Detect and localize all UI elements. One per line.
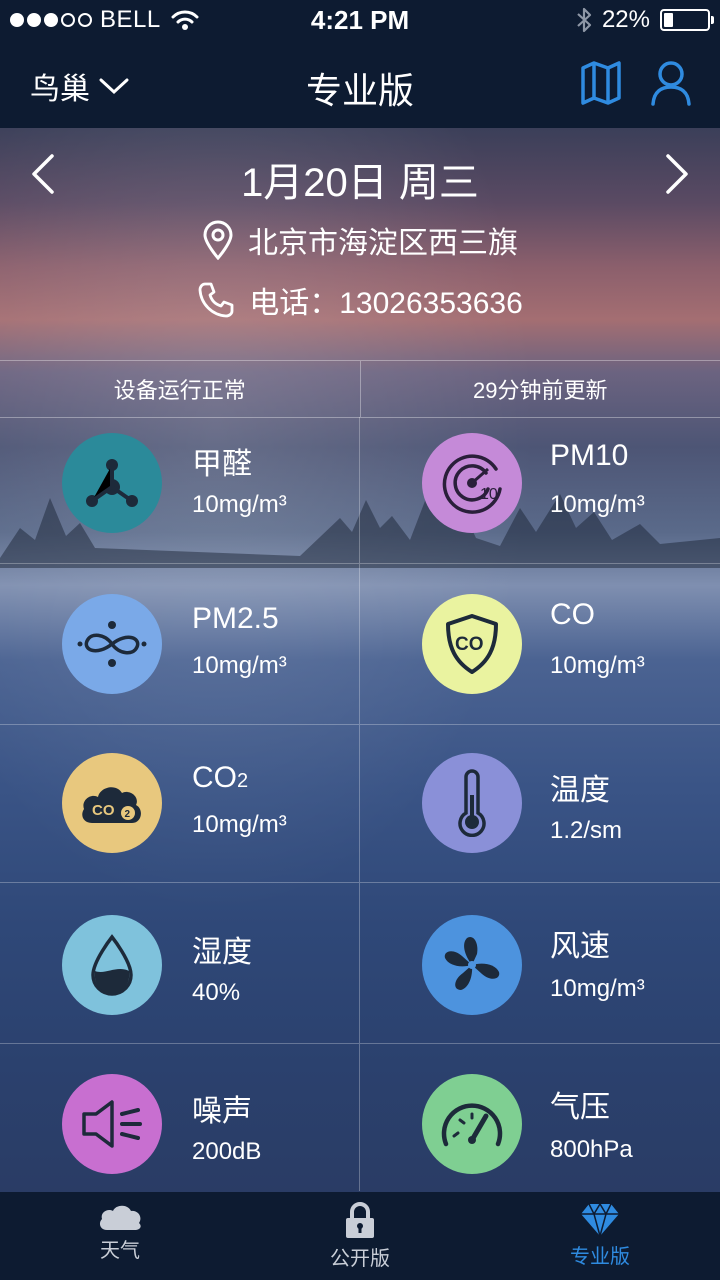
pm25-icon-badge — [62, 594, 162, 694]
co2-cloud-icon: CO 2 — [82, 787, 141, 823]
infinity-particles-icon — [77, 621, 147, 667]
co2-icon-badge: CO 2 — [62, 753, 162, 853]
metric-co2[interactable]: CO 2 CO2 10mg/m³ — [0, 725, 360, 882]
metric-name: 湿度 — [192, 936, 252, 969]
metric-formaldehyde[interactable]: 甲醛 10mg/m³ — [0, 417, 360, 563]
svg-text:CO: CO — [92, 802, 115, 819]
phone-line[interactable]: 电话：13026353636 — [0, 278, 720, 322]
metric-temperature[interactable]: 温度 1.2/sm — [360, 725, 719, 882]
tab-weather[interactable]: 天气 — [0, 1192, 240, 1280]
svg-text:2: 2 — [125, 809, 131, 820]
wind-icon-badge — [422, 915, 522, 1015]
metric-value: 10mg/m³ — [192, 652, 287, 679]
speaker-icon — [82, 1100, 142, 1148]
metric-co[interactable]: CO CO 10mg/m³ — [360, 564, 719, 724]
tab-label: 天气 — [100, 1240, 140, 1262]
next-day-button[interactable] — [654, 152, 694, 196]
metric-name: PM10 — [550, 439, 629, 472]
noise-icon-badge — [62, 1074, 162, 1174]
nav-bar: 鸟巢 专业版 — [0, 40, 720, 128]
phone-icon — [198, 282, 234, 318]
metric-wind-speed[interactable]: 风速 10mg/m³ — [360, 883, 719, 1043]
svg-text:10: 10 — [480, 486, 498, 503]
tab-label: 专业版 — [570, 1246, 630, 1268]
update-time-text: 29分钟前更新 — [473, 378, 608, 403]
battery-level — [664, 13, 674, 27]
metric-name: 气压 — [550, 1091, 610, 1124]
map-icon[interactable] — [580, 60, 622, 106]
metric-name: CO2 — [192, 761, 249, 794]
metric-name: 风速 — [550, 930, 610, 963]
tab-bar: 天气 公开版 专业版 — [0, 1192, 720, 1280]
metrics-grid: 甲醛 10mg/m³ 10 PM10 10mg/m³ PM2.5 10mg/m³… — [0, 417, 720, 1191]
water-drop-icon — [91, 934, 133, 996]
formaldehyde-icon-badge — [62, 433, 162, 533]
humidity-icon-badge — [62, 915, 162, 1015]
device-status-text: 设备运行正常 — [0, 361, 361, 417]
location-pin-icon — [203, 220, 233, 260]
tab-public[interactable]: 公开版 — [240, 1192, 480, 1280]
metric-value: 1.2/sm — [550, 817, 623, 844]
weather-background: 1月20日 周三 北京市海淀区西三旗 电话：13026353636 设备运行正常… — [0, 128, 720, 1192]
pm10-icon-badge: 10 — [422, 433, 522, 533]
lock-icon — [346, 1202, 374, 1238]
metric-name: PM2.5 — [192, 602, 279, 635]
bluetooth-icon — [577, 7, 592, 33]
metric-value: 40% — [192, 979, 241, 1006]
metric-value: 10mg/m³ — [550, 652, 645, 679]
battery-icon — [660, 9, 714, 31]
co-shield-icon: CO — [446, 614, 498, 674]
user-icon[interactable] — [650, 60, 692, 106]
metric-name: 温度 — [550, 774, 610, 807]
metric-pressure[interactable]: 气压 800hPa — [360, 1044, 719, 1191]
diamond-icon — [581, 1202, 619, 1238]
status-bar: BELL 4:21 PM 22% — [0, 0, 720, 40]
pressure-icon-badge — [422, 1074, 522, 1174]
address-line: 北京市海淀区西三旗 — [0, 218, 720, 262]
date-row: 1月20日 周三 — [0, 148, 720, 205]
co-icon-badge: CO — [422, 594, 522, 694]
temperature-icon-badge — [422, 753, 522, 853]
metric-value: 10mg/m³ — [550, 491, 645, 518]
fan-icon — [444, 936, 500, 990]
metric-value: 800hPa — [550, 1136, 633, 1163]
cloud-icon — [99, 1205, 141, 1230]
device-status-row: 设备运行正常 29分钟前更新 — [0, 360, 720, 418]
metric-name: CO — [550, 598, 595, 631]
date-label: 1月20日 周三 — [241, 161, 479, 205]
thermometer-icon — [458, 769, 486, 837]
phone-text: 电话：13026353636 — [249, 287, 523, 320]
radar-icon: 10 — [442, 454, 502, 514]
metric-value: 10mg/m³ — [192, 811, 287, 838]
metric-humidity[interactable]: 湿度 40% — [0, 883, 360, 1043]
metric-value: 10mg/m³ — [550, 975, 645, 1002]
address-text: 北京市海淀区西三旗 — [248, 227, 518, 260]
metric-name: 甲醛 — [192, 448, 252, 481]
metric-value: 200dB — [192, 1138, 262, 1165]
battery-percent: 22% — [601, 6, 650, 33]
metric-pm10[interactable]: 10 PM10 10mg/m³ — [360, 417, 719, 563]
metric-value: 10mg/m³ — [192, 491, 287, 518]
metric-noise[interactable]: 噪声 200dB — [0, 1044, 360, 1191]
tab-label: 公开版 — [330, 1248, 390, 1270]
molecule-icon — [86, 459, 138, 507]
tab-pro[interactable]: 专业版 — [480, 1192, 720, 1280]
metric-pm25[interactable]: PM2.5 10mg/m³ — [0, 564, 360, 724]
gauge-icon — [441, 1103, 503, 1147]
svg-text:CO: CO — [455, 634, 484, 655]
metric-name: 噪声 — [192, 1095, 252, 1128]
